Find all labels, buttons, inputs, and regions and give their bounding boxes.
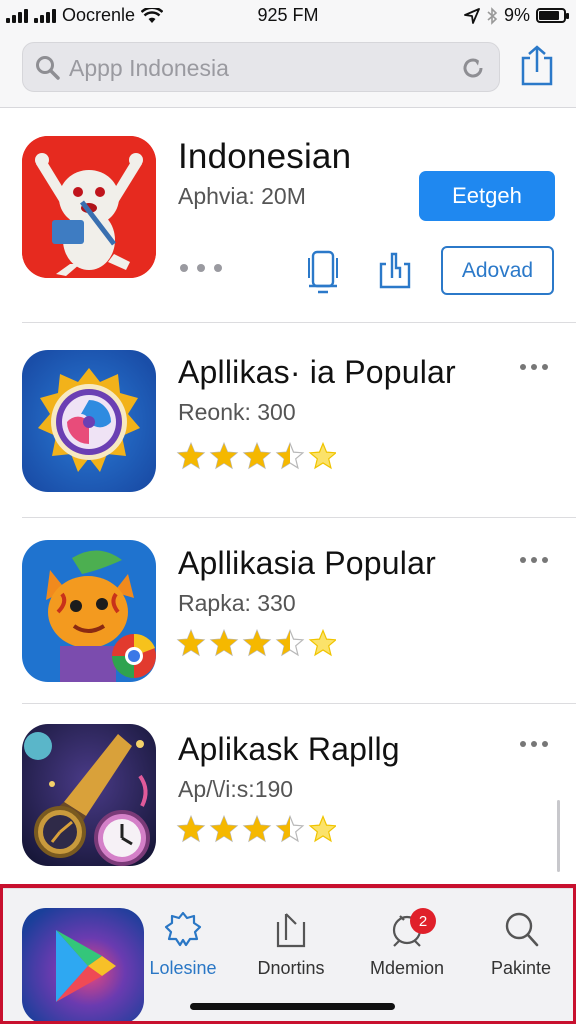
star-rating-icon (176, 441, 336, 470)
play-logo-icon (22, 908, 144, 1024)
mascot-icon (22, 136, 156, 278)
notification-badge: 2 (410, 908, 436, 934)
star-filled (178, 630, 204, 655)
search-header: Appp Indonesia (0, 32, 576, 108)
scrollbar[interactable] (557, 800, 560, 872)
star-outline (308, 628, 336, 657)
star-filled (244, 630, 270, 655)
app-1-title: Apllikas· ia Popular (178, 354, 456, 390)
app-1-meta: Reonk: 300 (178, 399, 296, 425)
app-2-more-icon[interactable] (520, 557, 548, 563)
tab-label: Lolesine (149, 958, 217, 978)
search-input[interactable]: Appp Indonesia (69, 55, 229, 82)
app-2-meta: Rapka: 330 (178, 590, 296, 616)
download-tray-icon (276, 913, 306, 948)
star-filled (211, 443, 237, 468)
location-arrow-icon (464, 7, 480, 24)
home-indicator[interactable] (190, 1003, 395, 1010)
search-icon (505, 912, 539, 947)
more-options-icon[interactable] (180, 264, 222, 272)
star-outline (308, 441, 336, 470)
battery-icon (536, 8, 569, 23)
share-icon[interactable] (518, 44, 556, 88)
app-3-title: Aplikask Rapllg (178, 731, 400, 767)
app-2-title: Apllikasia Popular (178, 545, 436, 581)
app-3-rating (176, 814, 336, 844)
app-1-more-icon[interactable] (520, 364, 548, 370)
bluetooth-icon (487, 6, 498, 25)
fox-app-icon (22, 540, 156, 682)
get-button[interactable]: Eetgeh (419, 171, 555, 221)
share-hand-icon[interactable] (378, 250, 412, 290)
divider (22, 517, 576, 518)
featured-app-icon[interactable] (22, 136, 156, 278)
battery-level (539, 11, 559, 20)
star-rating-icon (176, 628, 336, 657)
search-bar[interactable]: Appp Indonesia (22, 42, 500, 92)
app-3-icon[interactable] (22, 724, 156, 866)
status-right: 9% (464, 5, 569, 26)
status-bar: Oocrenle 925 FM 9% (0, 0, 576, 32)
divider (22, 322, 576, 323)
featured-app-title: Indonesian (178, 137, 352, 176)
star-rating-icon (176, 814, 336, 843)
star-outline (308, 814, 336, 843)
star-filled (211, 816, 237, 841)
tab-label: Mdemion (369, 958, 445, 978)
device-icon[interactable] (306, 248, 340, 294)
star-filled (178, 443, 204, 468)
app-3-meta: Ap/\/i:s:190 (178, 776, 294, 802)
divider (22, 703, 576, 704)
battery-percent: 9% (503, 5, 530, 25)
app-2-icon[interactable] (22, 540, 156, 682)
app-1-icon[interactable] (22, 350, 156, 492)
tab-label: Pakinte (490, 958, 552, 978)
bottle-clock-app-icon (22, 724, 156, 866)
badge-star-icon (164, 911, 202, 947)
reload-icon[interactable] (459, 54, 487, 82)
search-icon (36, 56, 60, 80)
swirl-app-icon (22, 350, 156, 492)
play-store-icon[interactable] (22, 908, 144, 1024)
download-button[interactable]: Adovad (441, 246, 554, 295)
star-filled (211, 630, 237, 655)
featured-app-meta: Aphvia: 20M (178, 183, 306, 209)
app-2-rating (176, 628, 336, 658)
star-filled (178, 816, 204, 841)
star-filled (244, 816, 270, 841)
tab-label: Dnortins (257, 958, 325, 978)
app-1-rating (176, 441, 336, 471)
star-filled (244, 443, 270, 468)
app-3-more-icon[interactable] (520, 741, 548, 747)
